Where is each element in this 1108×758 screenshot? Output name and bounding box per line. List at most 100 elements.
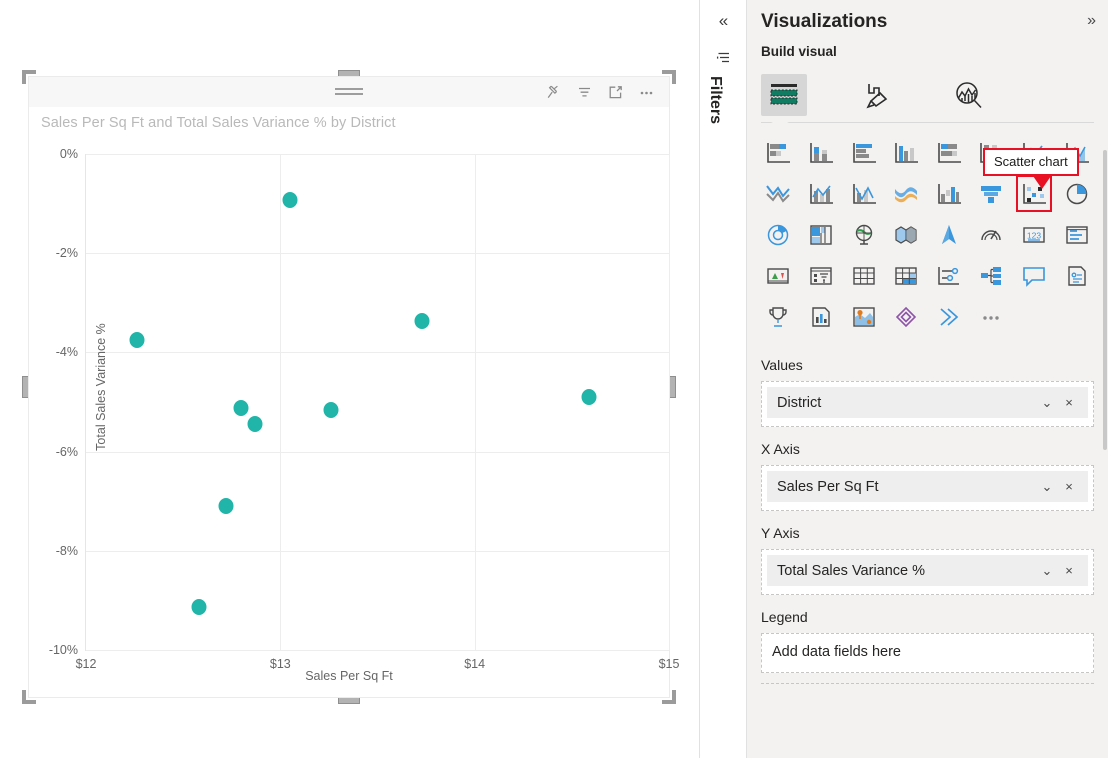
- fields-tab-icon: [768, 80, 800, 110]
- matrix-icon[interactable]: [885, 257, 928, 294]
- pie-chart-icon[interactable]: [1055, 175, 1098, 212]
- funnel-chart-icon[interactable]: [970, 175, 1013, 212]
- more-options-icon[interactable]: [633, 79, 659, 105]
- well-label-y-axis: Y Axis: [761, 525, 1094, 541]
- y-axis-tick-label: -4%: [56, 345, 78, 359]
- scatter-data-point[interactable]: [129, 332, 144, 348]
- chevron-down-icon[interactable]: ⌄: [1036, 395, 1058, 411]
- more-visuals-icon[interactable]: [970, 298, 1013, 335]
- well-legend[interactable]: Add data fields here: [761, 633, 1094, 673]
- visualizations-pane[interactable]: Visualizations » Build visual: [747, 0, 1108, 758]
- pin-icon[interactable]: [540, 79, 566, 105]
- line-and-stacked-column-chart-icon[interactable]: [800, 175, 843, 212]
- stacked-column-chart-icon[interactable]: [800, 134, 843, 171]
- gauge-icon[interactable]: [970, 216, 1013, 253]
- filter-icon[interactable]: [571, 79, 597, 105]
- tab-fields[interactable]: [761, 74, 807, 116]
- field-chip-total-sales-variance[interactable]: Total Sales Variance % ⌄ ×: [767, 555, 1088, 586]
- well-label-legend: Legend: [761, 609, 1094, 625]
- power-automate-icon[interactable]: [928, 298, 971, 335]
- scatter-data-point[interactable]: [248, 416, 263, 432]
- stacked-area-chart-icon[interactable]: [757, 175, 800, 212]
- power-apps-icon[interactable]: [885, 298, 928, 335]
- expand-pane-icon[interactable]: »: [1087, 12, 1096, 30]
- filled-map-icon[interactable]: [885, 216, 928, 253]
- shape-map-icon[interactable]: [928, 216, 971, 253]
- chart-plot-area[interactable]: 0%-2%-4%-6%-8%-10%$12$13$14$15: [85, 154, 669, 651]
- tab-format[interactable]: [853, 74, 899, 116]
- kpi-icon[interactable]: [757, 257, 800, 294]
- well-y-axis[interactable]: Total Sales Variance % ⌄ ×: [761, 549, 1094, 595]
- focus-mode-icon[interactable]: [602, 79, 628, 105]
- ribbon-chart-icon[interactable]: [885, 175, 928, 212]
- donut-chart-icon[interactable]: [757, 216, 800, 253]
- field-chip-label: District: [777, 395, 1036, 411]
- hundred-percent-stacked-bar-chart-icon[interactable]: [928, 134, 971, 171]
- table-icon[interactable]: [842, 257, 885, 294]
- visual-drag-handle[interactable]: [335, 88, 363, 97]
- report-canvas[interactable]: Sales Per Sq Ft and Total Sales Variance…: [0, 0, 700, 758]
- scatter-data-point[interactable]: [582, 389, 597, 405]
- well-values[interactable]: District ⌄ ×: [761, 381, 1094, 427]
- clustered-bar-chart-icon[interactable]: [842, 134, 885, 171]
- tab-analytics[interactable]: [945, 74, 991, 116]
- field-chip-sales-per-sq-ft[interactable]: Sales Per Sq Ft ⌄ ×: [767, 471, 1088, 502]
- tabs-divider: [747, 118, 1108, 128]
- field-wells[interactable]: Values District ⌄ × X Axis Sales Per Sq …: [747, 357, 1108, 684]
- stacked-bar-chart-icon[interactable]: [757, 134, 800, 171]
- clustered-column-chart-icon[interactable]: [885, 134, 928, 171]
- y-axis-tick-label: -10%: [49, 643, 78, 657]
- well-x-axis[interactable]: Sales Per Sq Ft ⌄ ×: [761, 465, 1094, 511]
- scatter-data-point[interactable]: [234, 400, 249, 416]
- selected-visual-container[interactable]: Sales Per Sq Ft and Total Sales Variance…: [22, 70, 676, 704]
- paginated-report-icon[interactable]: [800, 298, 843, 335]
- gridline-vertical: [475, 154, 476, 650]
- treemap-icon[interactable]: [800, 216, 843, 253]
- narrative-icon[interactable]: [1055, 257, 1098, 294]
- y-axis-tick-label: 0%: [60, 147, 78, 161]
- multi-row-card-icon[interactable]: [1055, 216, 1098, 253]
- key-influencers-icon[interactable]: [928, 257, 971, 294]
- card-icon[interactable]: 123: [1013, 216, 1056, 253]
- x-axis-title: Sales Per Sq Ft: [29, 669, 669, 683]
- y-axis-tick-label: -8%: [56, 544, 78, 558]
- chevron-down-icon[interactable]: ⌄: [1036, 563, 1058, 579]
- scatter-data-point[interactable]: [323, 402, 338, 418]
- scatter-data-point[interactable]: [191, 599, 206, 615]
- decomposition-tree-icon[interactable]: [970, 257, 1013, 294]
- scatter-data-point[interactable]: [415, 313, 430, 329]
- line-and-clustered-column-chart-icon[interactable]: [842, 175, 885, 212]
- gridline-horizontal: [86, 551, 669, 552]
- filters-pane-label[interactable]: Filters: [706, 76, 724, 124]
- close-icon[interactable]: ×: [1058, 563, 1080, 578]
- scatter-chart-visual[interactable]: Sales Per Sq Ft and Total Sales Variance…: [28, 76, 670, 698]
- tooltip-scatter-chart: Scatter chart: [983, 148, 1079, 176]
- well-placeholder: Add data fields here: [772, 644, 901, 660]
- metrics-icon[interactable]: [757, 298, 800, 335]
- field-chip-district[interactable]: District ⌄ ×: [767, 387, 1088, 418]
- gridline-horizontal: [86, 650, 669, 651]
- pane-scrollbar[interactable]: [1103, 150, 1107, 450]
- scatter-data-point[interactable]: [283, 192, 298, 208]
- gridline-vertical: [280, 154, 281, 650]
- resize-handle-bottom[interactable]: [338, 697, 360, 704]
- resize-handle-right[interactable]: [669, 376, 676, 398]
- scatter-data-point[interactable]: [218, 498, 233, 514]
- close-icon[interactable]: ×: [1058, 395, 1080, 410]
- build-visual-label: Build visual: [747, 44, 1108, 59]
- chevron-down-icon[interactable]: ⌄: [1036, 479, 1058, 495]
- filter-icon[interactable]: [701, 50, 746, 71]
- slicer-icon[interactable]: [800, 257, 843, 294]
- arcgis-map-icon[interactable]: [842, 298, 885, 335]
- close-icon[interactable]: ×: [1058, 479, 1080, 494]
- map-icon[interactable]: [842, 216, 885, 253]
- collapse-pane-icon[interactable]: «: [701, 12, 746, 29]
- filters-rail[interactable]: « Filters: [701, 0, 747, 758]
- qna-icon[interactable]: [1013, 257, 1056, 294]
- waterfall-chart-icon[interactable]: [928, 175, 971, 212]
- visualizations-header: Visualizations »: [747, 0, 1108, 44]
- well-label-x-axis: X Axis: [761, 441, 1094, 457]
- gridline-vertical: [669, 154, 670, 650]
- gridline-horizontal: [86, 452, 669, 453]
- build-tabs[interactable]: [747, 66, 1108, 116]
